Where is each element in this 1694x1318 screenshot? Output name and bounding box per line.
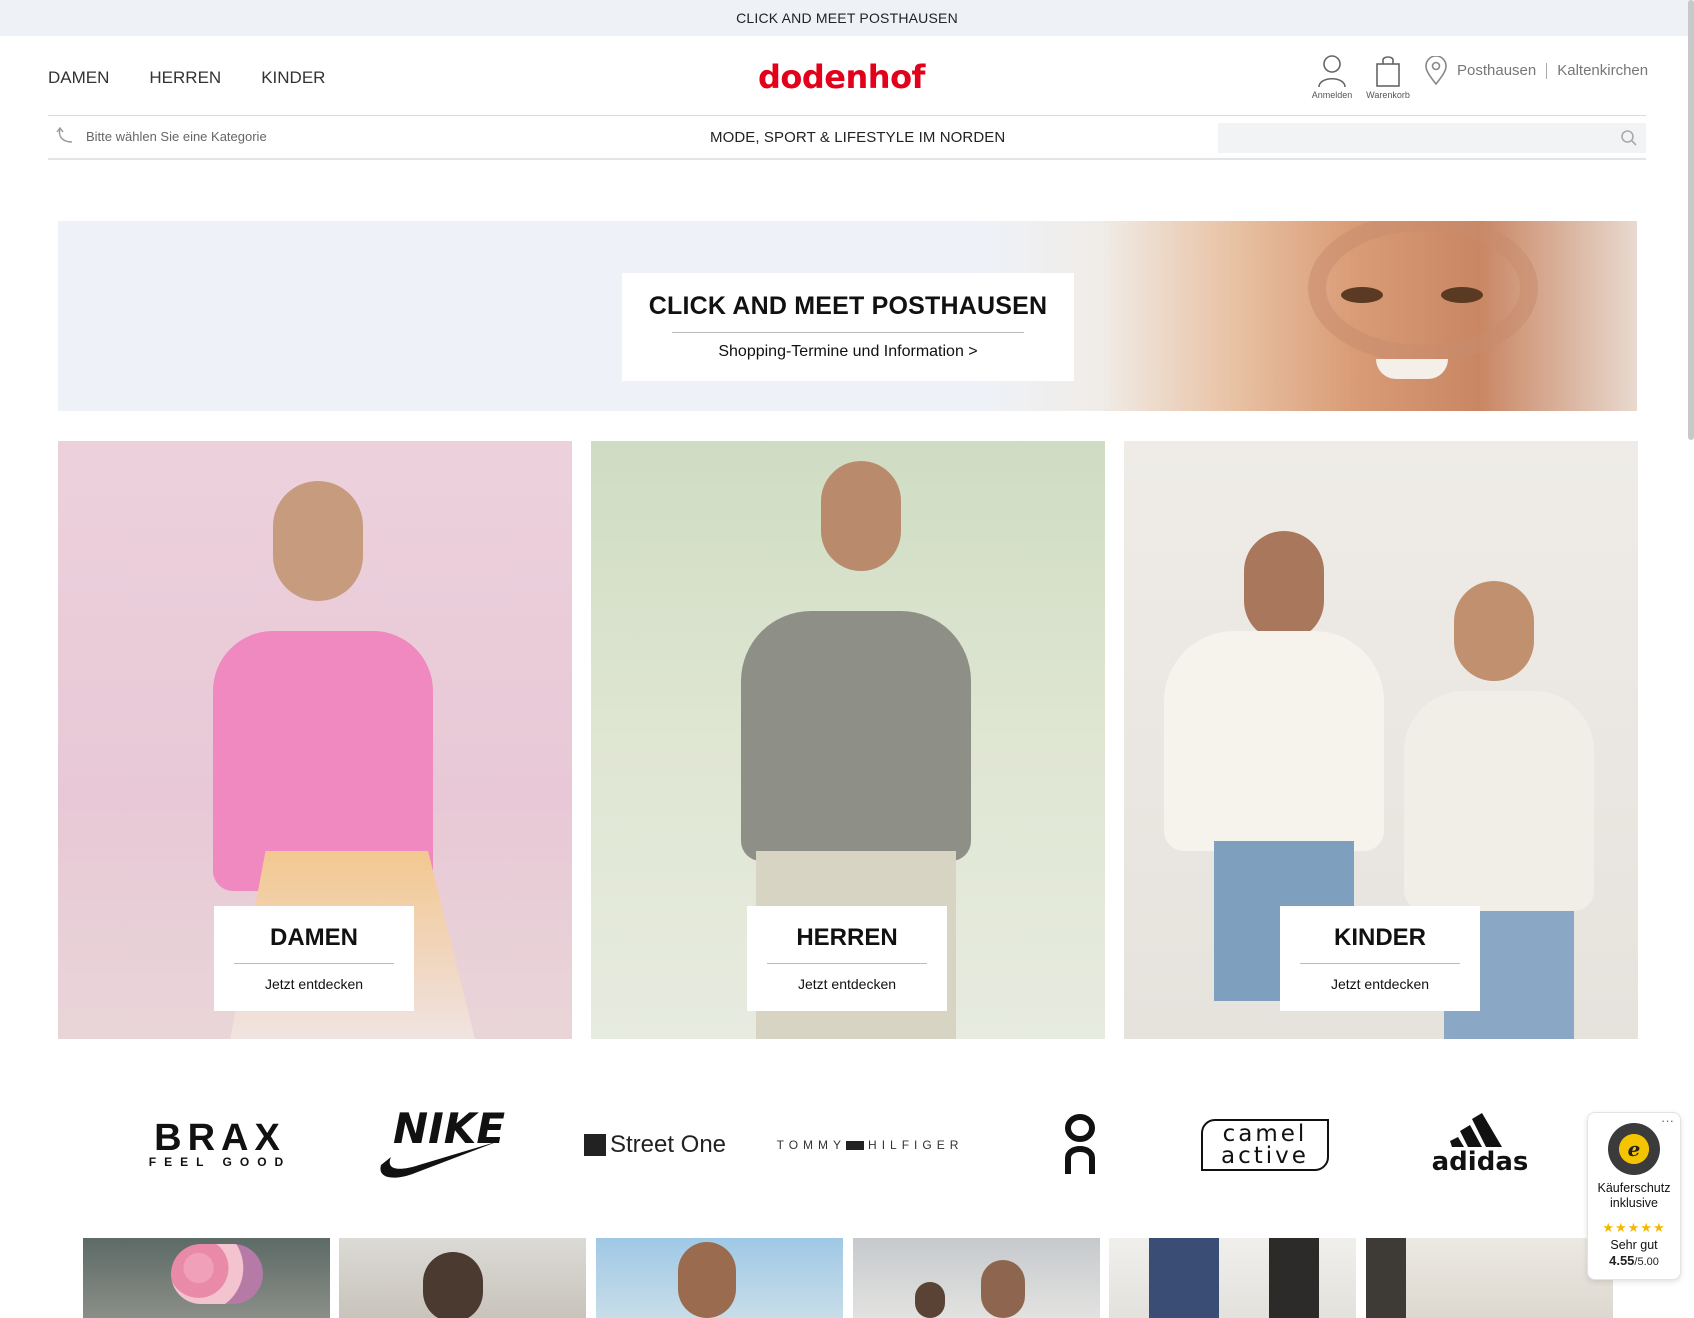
category-divider [234, 963, 394, 964]
hero-image-eye-left [1341, 287, 1383, 303]
seal-letter: e [1619, 1134, 1649, 1164]
brand-logo-camel-active[interactable]: camel active [1190, 1105, 1340, 1185]
street-one-square-mark [583, 1134, 606, 1156]
site-header: DAMEN HERREN KINDER dodenhof Anmelden Wa… [48, 36, 1648, 116]
active-line: active [1221, 1143, 1309, 1169]
category-cta[interactable]: Jetzt entdecken [747, 976, 947, 992]
tommy-flag-icon [846, 1140, 865, 1150]
model-head [821, 461, 901, 571]
dodenhof-logo[interactable]: dodenhof [758, 58, 925, 96]
brand-logo-strip: BRAX FEEL GOOD NIKE Street One TOMMY HIL… [80, 1105, 1600, 1185]
category-cta[interactable]: Jetzt entdecken [1280, 976, 1480, 992]
nike-wordmark: NIKE [393, 1107, 505, 1153]
curved-arrow-icon [56, 126, 73, 143]
rating-text: Sehr gut [1610, 1238, 1658, 1252]
camel-line: camel [1222, 1121, 1308, 1147]
hilfiger-wordmark: HILFIGER [868, 1138, 964, 1152]
tile-couple-city-image[interactable] [853, 1238, 1100, 1318]
category-divider [1300, 963, 1460, 964]
hero-divider [672, 332, 1024, 333]
category-title: KINDER [1333, 924, 1426, 951]
tagline: MODE, SPORT & LIFESTYLE IM NORDEN [710, 129, 1006, 146]
store-kaltenkirchen[interactable]: Kaltenkirchen [1557, 62, 1648, 79]
location-pin-icon [1425, 56, 1447, 86]
store-switcher: Posthausen Kaltenkirchen [1457, 62, 1648, 79]
hero-image-eye-right [1441, 287, 1483, 303]
page-scrollbar[interactable] [1688, 0, 1694, 440]
category-placeholder: Bitte wählen Sie eine Kategorie [86, 128, 267, 144]
girl-sweater-image [1164, 631, 1384, 851]
brand-logo-brax[interactable]: BRAX FEEL GOOD [120, 1105, 320, 1185]
account-label: Anmelden [1311, 90, 1353, 100]
brax-tagline: FEEL GOOD [148, 1155, 292, 1169]
brand-logo-on[interactable]: On [1020, 1105, 1140, 1185]
trusted-shops-seal-icon: e [1608, 1123, 1660, 1175]
top-announcement-bar[interactable]: CLICK AND MEET POSTHAUSEN [0, 0, 1694, 36]
account-button[interactable]: Anmelden [1310, 54, 1354, 100]
score-value: 4.55 [1609, 1253, 1635, 1268]
street-one-wordmark: Street One [609, 1131, 727, 1158]
cart-label: Warenkorb [1366, 90, 1410, 100]
on-logo-icon: On [1065, 1114, 1095, 1174]
hero-title: CLICK AND MEET POSTHAUSEN [648, 292, 1048, 320]
store-divider [1546, 62, 1548, 79]
model-head [1454, 581, 1534, 681]
camel-active-wordmark: camel active [1201, 1119, 1329, 1171]
hero-subtitle-link[interactable]: Shopping-Termine und Information > [622, 343, 1074, 361]
rating-score: 4.55/5.00 [1588, 1252, 1680, 1270]
rating-stars-icon: ★★★★★ [1602, 1220, 1666, 1235]
tile-woman-portrait-image[interactable] [339, 1238, 586, 1318]
hero-image-smile [1376, 359, 1448, 379]
brand-logo-nike[interactable]: NIKE [340, 1105, 540, 1185]
tile-flowers-image[interactable] [83, 1238, 330, 1318]
nav-item-damen[interactable]: DAMEN [48, 68, 109, 88]
nav-item-kinder[interactable]: KINDER [261, 68, 325, 88]
hero-text-box[interactable]: CLICK AND MEET POSTHAUSEN Shopping-Termi… [622, 273, 1074, 381]
user-icon [1318, 55, 1346, 88]
tile-shorts-image[interactable] [1366, 1238, 1613, 1318]
category-card-damen[interactable]: DAMEN Jetzt entdecken [214, 906, 414, 1011]
adidas-stripes-icon [1450, 1113, 1502, 1147]
category-selector[interactable]: Bitte wählen Sie eine Kategorie [56, 126, 267, 146]
tile-man-outdoor-image[interactable] [596, 1238, 843, 1318]
brand-logo-tommy-hilfiger[interactable]: TOMMY HILFIGER [760, 1105, 980, 1185]
nav-item-herren[interactable]: HERREN [149, 68, 221, 88]
store-posthausen[interactable]: Posthausen [1457, 62, 1536, 79]
search-input[interactable] [1218, 123, 1646, 153]
sub-navigation-bar: Bitte wählen Sie eine Kategorie MODE, SP… [48, 116, 1646, 160]
shopping-bag-icon [1376, 56, 1400, 87]
category-title: HERREN [796, 924, 898, 951]
buyer-protection-label: Käuferschutz [1597, 1181, 1671, 1195]
grey-polo-image [741, 611, 971, 861]
tommy-wordmark: TOMMY [776, 1138, 847, 1152]
nike-logo-icon: NIKE [380, 1107, 505, 1178]
more-options-icon[interactable]: ··· [1661, 1113, 1674, 1128]
model-head [273, 481, 363, 601]
main-nav: DAMEN HERREN KINDER [48, 68, 325, 88]
boy-sweater-image [1404, 691, 1594, 911]
trusted-shops-badge[interactable]: ··· e Käuferschutz inklusive ★★★★★ Sehr … [1587, 1112, 1681, 1280]
cart-button[interactable]: Warenkorb [1366, 54, 1410, 100]
category-divider [767, 963, 927, 964]
product-tiles-row [83, 1238, 1613, 1318]
category-title: DAMEN [270, 924, 358, 951]
category-card-kinder[interactable]: KINDER Jetzt entdecken [1280, 906, 1480, 1011]
brand-logo-street-one[interactable]: Street One [540, 1105, 770, 1185]
score-max: /5.00 [1634, 1256, 1659, 1268]
tile-jeans-shoes-image[interactable] [1109, 1238, 1356, 1318]
search-icon[interactable] [1620, 129, 1638, 147]
category-cta[interactable]: Jetzt entdecken [214, 976, 414, 992]
brand-logo-adidas[interactable]: adidas [1400, 1105, 1560, 1185]
buyer-protection-sub: inklusive [1610, 1196, 1658, 1210]
brax-wordmark: BRAX [154, 1117, 286, 1159]
model-head [1244, 531, 1324, 641]
top-announcement-text[interactable]: CLICK AND MEET POSTHAUSEN [736, 10, 958, 26]
adidas-wordmark: adidas [1431, 1147, 1529, 1177]
category-card-herren[interactable]: HERREN Jetzt entdecken [747, 906, 947, 1011]
